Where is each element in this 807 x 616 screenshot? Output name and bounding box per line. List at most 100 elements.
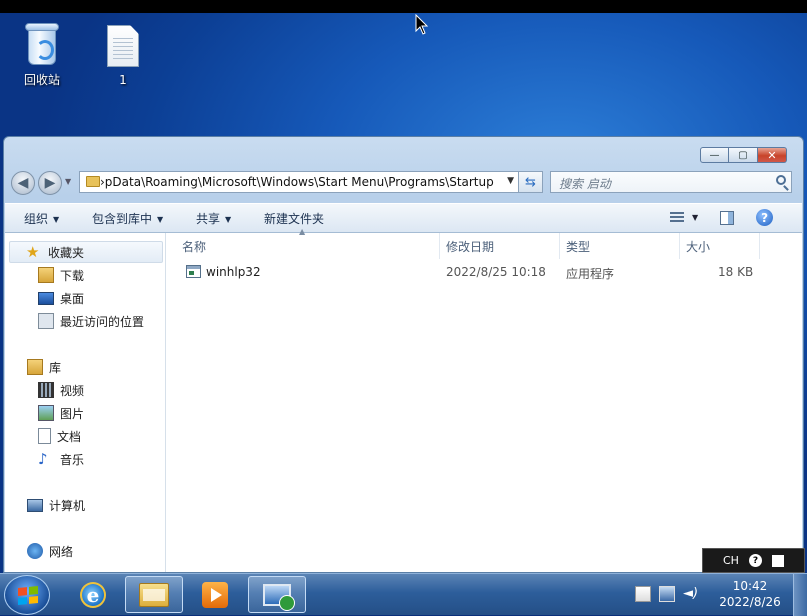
nav-item-downloads[interactable]: 下载 (38, 264, 84, 286)
command-bar: 组织 ▼ 包含到库中 ▼ 共享 ▼ 新建文件夹 ▼ ? (5, 203, 802, 233)
star-icon: ★ (26, 243, 40, 261)
file-row[interactable]: winhlp32 2022/8/25 10:18 应用程序 18 KB (166, 261, 766, 283)
application-icon (186, 265, 201, 278)
language-indicator[interactable]: CH (723, 554, 739, 567)
organize-button[interactable]: 组织 ▼ (24, 210, 59, 227)
taskbar-media-player[interactable] (186, 576, 244, 613)
taskbar: e ◄) 10:42 2022/8/26 (0, 573, 807, 616)
close-button[interactable]: ✕ (758, 147, 787, 163)
explorer-window[interactable]: — ▢ ✕ ◀ ▶ ▼ ›pDatа\Roaming\Microsoft\Win… (3, 136, 804, 573)
nav-label: 计算机 (49, 498, 86, 513)
nav-item-pictures[interactable]: 图片 (38, 402, 84, 424)
downloads-folder-icon (38, 267, 54, 283)
nav-item-videos[interactable]: 视频 (38, 379, 84, 401)
libraries-icon (27, 359, 43, 375)
system-tray: ◄) (635, 586, 698, 602)
column-header-modified[interactable]: 修改日期 (440, 233, 560, 259)
taskbar-ie[interactable]: e (64, 576, 122, 613)
change-view-icon[interactable] (670, 211, 684, 224)
address-dropdown-icon[interactable]: ▼ (507, 176, 514, 186)
view-dropdown-icon[interactable]: ▼ (692, 213, 698, 222)
nav-item-desktop[interactable]: 桌面 (38, 287, 84, 309)
clock-time: 10:42 (732, 579, 768, 593)
network-icon (27, 543, 43, 559)
share-label: 共享 (196, 212, 221, 226)
address-path[interactable]: ›pDatа\Roaming\Microsoft\Windows\Start M… (100, 175, 494, 189)
nav-item-network[interactable]: 网络 (27, 540, 73, 562)
file-list[interactable]: ▲ 名称 修改日期 类型 大小 winhlp32 2022/8/25 10:18… (166, 227, 802, 572)
chevron-down-icon: ▼ (53, 215, 60, 224)
documents-icon (38, 428, 51, 444)
desktop-icon-file-1[interactable]: 1 (91, 25, 155, 87)
action-center-flag-icon[interactable] (635, 586, 651, 602)
nav-item-documents[interactable]: 文档 (38, 425, 81, 447)
ie-icon: e (80, 581, 106, 608)
taskbar-explorer[interactable] (125, 576, 183, 613)
address-bar[interactable]: ›pDatа\Roaming\Microsoft\Windows\Start M… (79, 171, 519, 193)
view-controls: ▼ ? (670, 209, 774, 226)
recent-pages-dropdown[interactable]: ▼ (65, 177, 71, 186)
chevron-down-icon: ▼ (157, 215, 164, 224)
maximize-button[interactable]: ▢ (729, 147, 758, 163)
nav-item-recent-places[interactable]: 最近访问的位置 (38, 310, 144, 332)
preview-pane-icon[interactable] (720, 210, 735, 225)
file-name: winhlp32 (206, 265, 261, 279)
nav-label: 桌面 (60, 291, 85, 306)
nav-item-favorites[interactable]: ★ 收藏夹 (9, 241, 163, 263)
forward-button[interactable]: ▶ (38, 171, 62, 195)
desktop-icon-label: 1 (119, 73, 127, 87)
column-label: 大小 (686, 239, 711, 254)
navigation-pane: ★ 收藏夹 下载 桌面 最近访问的位置 库 视频 图片 文档 ♪ 音乐 计算机 … (5, 233, 166, 572)
nav-item-music[interactable]: ♪ 音乐 (38, 448, 84, 470)
desktop-icon-recycle-bin[interactable]: 回收站 (10, 23, 74, 88)
file-modified: 2022/8/25 10:18 (446, 265, 546, 279)
clock-date: 2022/8/26 (719, 595, 781, 609)
organize-label: 组织 (24, 212, 49, 226)
arrow-left-icon: ◀ (17, 175, 29, 191)
nav-label: 最近访问的位置 (60, 314, 145, 329)
share-button[interactable]: 共享 ▼ (196, 210, 231, 227)
refresh-icon: ⇆ (525, 174, 536, 190)
start-button[interactable] (4, 575, 50, 615)
nav-item-libraries[interactable]: 库 (27, 356, 61, 378)
minimize-button[interactable]: — (700, 147, 729, 163)
include-in-library-button[interactable]: 包含到库中 ▼ (92, 210, 163, 227)
chevron-down-icon: ▼ (225, 215, 232, 224)
nav-label: 音乐 (60, 452, 85, 467)
windows-logo-icon (18, 585, 38, 606)
nav-label: 收藏夹 (48, 245, 85, 260)
back-button[interactable]: ◀ (11, 171, 35, 195)
caption-buttons: — ▢ ✕ (700, 147, 787, 163)
nav-label: 库 (49, 360, 62, 375)
music-icon: ♪ (38, 450, 48, 468)
top-black-strip (0, 0, 807, 13)
column-header-name[interactable]: 名称 (176, 233, 440, 259)
remote-desktop-icon (263, 583, 295, 611)
desktop-icon (38, 291, 54, 305)
column-label: 类型 (566, 239, 591, 254)
recent-places-icon (38, 313, 54, 329)
nav-item-computer[interactable]: 计算机 (27, 494, 85, 516)
nav-label: 文档 (57, 429, 82, 444)
media-player-icon (202, 581, 228, 608)
refresh-button[interactable]: ⇆ (519, 171, 543, 193)
help-icon[interactable]: ? (748, 554, 762, 567)
volume-icon[interactable]: ◄) (683, 587, 698, 601)
new-folder-button[interactable]: 新建文件夹 (264, 210, 324, 227)
folder-icon (86, 176, 100, 187)
search-icon[interactable] (776, 175, 786, 185)
column-label: 名称 (182, 239, 207, 254)
search-box[interactable]: 搜索 启动 (550, 171, 792, 193)
computer-icon (27, 498, 43, 512)
help-icon[interactable]: ? (756, 209, 774, 226)
clock[interactable]: 10:42 2022/8/26 (715, 578, 785, 610)
show-desktop-button[interactable] (793, 574, 807, 616)
search-placeholder: 搜索 启动 (559, 177, 611, 191)
column-header-size[interactable]: 大小 (680, 233, 760, 259)
language-bar-options-icon[interactable] (771, 554, 784, 567)
language-bar[interactable]: CH ? (702, 548, 805, 573)
videos-icon (38, 382, 54, 398)
taskbar-remote-desktop[interactable] (248, 576, 306, 613)
network-status-icon[interactable] (659, 586, 675, 602)
column-header-type[interactable]: 类型 (560, 233, 680, 259)
